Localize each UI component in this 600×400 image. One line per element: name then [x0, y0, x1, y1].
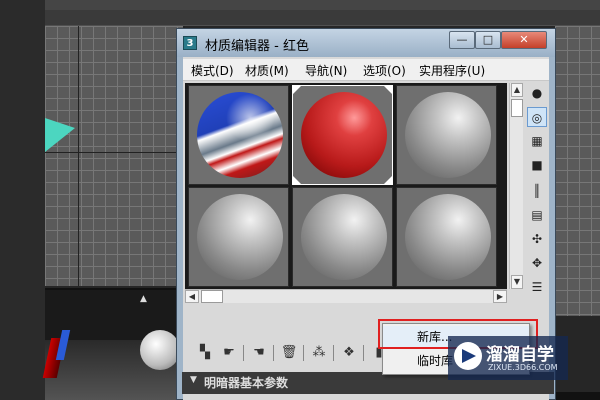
sample-uv-tiling-icon[interactable]: ■ [527, 155, 547, 175]
watermark-logo-icon [454, 342, 482, 370]
scroll-thumb-horizontal[interactable] [201, 290, 223, 303]
active-slot-corner [384, 176, 392, 184]
material-sphere-gray [301, 194, 387, 280]
rollout-title: 明暗器基本参数 [204, 376, 289, 390]
backlight-icon[interactable]: ◎ [527, 107, 547, 127]
put-to-library-icon[interactable]: ❖ [339, 343, 359, 363]
sample-type-sphere-icon[interactable]: ● [527, 83, 547, 103]
watermark-subtitle: ZIXUE.3D66.COM [488, 363, 558, 372]
title-bar[interactable]: 3 材质编辑器 - 红色 — □ ✕ [177, 29, 555, 57]
sample-slot-6[interactable] [396, 187, 497, 287]
scroll-left-icon[interactable]: ◀ [185, 290, 199, 303]
sample-slot-1[interactable] [188, 85, 289, 185]
toolbar-separator [243, 345, 244, 361]
material-options-icon[interactable]: ✣ [527, 229, 547, 249]
material-sphere-gray [405, 194, 491, 280]
menu-mode[interactable]: 模式(D) [191, 62, 234, 79]
side-toolbar: ● ◎ ▦ ■ ║ ▤ ✣ ✥ ☰ [525, 83, 549, 295]
material-map-navigator-icon[interactable]: ☰ [527, 277, 547, 297]
sample-slot-4[interactable] [188, 187, 289, 287]
active-slot-corner [293, 86, 301, 94]
watermark-title: 溜溜自学 [486, 345, 554, 365]
menu-utilities[interactable]: 实用程序(U) [419, 62, 485, 79]
select-by-material-icon[interactable]: ✥ [527, 253, 547, 273]
top-viewport[interactable] [45, 26, 185, 286]
toolbar-separator [303, 345, 304, 361]
toolbar-separator [273, 345, 274, 361]
sample-slot-5[interactable] [292, 187, 393, 287]
material-sphere-gray [405, 92, 491, 178]
material-sphere-beach-ball [197, 92, 283, 178]
scroll-right-icon[interactable]: ▶ [493, 290, 507, 303]
close-button[interactable]: ✕ [501, 31, 547, 49]
maximize-button[interactable]: □ [475, 31, 501, 49]
reset-map-icon[interactable]: 🗑 [279, 343, 299, 363]
vertical-scrollbar[interactable]: ▲ ▼ [509, 83, 523, 289]
viewport-axis-y [78, 26, 79, 286]
maximize-icon: □ [482, 33, 494, 46]
material-sphere-red [301, 92, 387, 178]
scroll-thumb[interactable] [511, 99, 523, 117]
scene-object-cyan [45, 118, 75, 152]
window-title: 材质编辑器 - 红色 [205, 39, 309, 54]
get-material-icon[interactable]: ▚ [195, 343, 215, 363]
assign-to-selection-icon[interactable]: ☚ [249, 343, 269, 363]
viewport-toolbar-top [45, 0, 600, 10]
left-panel [0, 0, 45, 400]
make-unique-icon[interactable]: ⁂ [309, 343, 329, 363]
right-viewport[interactable] [555, 26, 600, 316]
close-icon: ✕ [519, 33, 529, 46]
viewport-axis-x [45, 152, 185, 153]
menu-navigation[interactable]: 导航(N) [305, 62, 347, 79]
toolbar-separator [363, 345, 364, 361]
sample-slots-grid [185, 83, 507, 289]
watermark: 溜溜自学 ZIXUE.3D66.COM [448, 336, 568, 380]
horizontal-scrollbar[interactable]: ◀ ▶ [185, 289, 507, 303]
scene-object-teapot [140, 330, 180, 370]
desktop: ▲ 3 材质编辑器 - 红色 — □ ✕ 模式(D) 材质(M) 导航(N) 选… [0, 0, 600, 400]
toolbar-separator [333, 345, 334, 361]
app-badge-icon: 3 [183, 36, 197, 50]
video-color-check-icon[interactable]: ║ [527, 181, 547, 201]
active-slot-corner [293, 176, 301, 184]
minimize-icon: — [456, 33, 468, 46]
menu-bar: 模式(D) 材质(M) 导航(N) 选项(O) 实用程序(U) [183, 59, 549, 81]
material-sphere-gray [197, 194, 283, 280]
menu-options[interactable]: 选项(O) [363, 62, 406, 79]
menu-material[interactable]: 材质(M) [245, 62, 289, 79]
active-slot-corner [384, 86, 392, 94]
put-to-scene-icon[interactable]: ☛ [219, 343, 239, 363]
sample-slot-2-active[interactable] [292, 85, 393, 185]
minimize-button[interactable]: — [449, 31, 475, 49]
collapse-arrow-icon: ▼ [190, 375, 197, 385]
scroll-down-icon[interactable]: ▼ [511, 275, 523, 289]
background-checker-icon[interactable]: ▦ [527, 131, 547, 151]
sample-slot-3[interactable] [396, 85, 497, 185]
make-preview-icon[interactable]: ▤ [527, 205, 547, 225]
perspective-viewport[interactable]: ▲ [42, 288, 185, 400]
viewport-label-icon: ▲ [140, 294, 147, 304]
scroll-up-icon[interactable]: ▲ [511, 83, 523, 97]
